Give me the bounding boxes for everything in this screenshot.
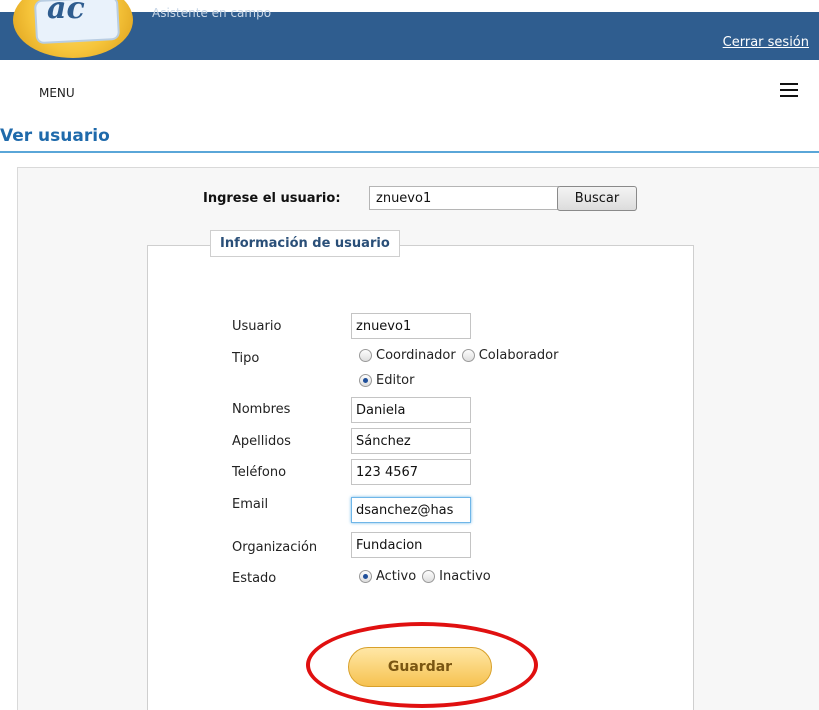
tipo-option-colaborador[interactable]: Colaborador xyxy=(461,348,559,363)
save-button[interactable]: Guardar xyxy=(348,647,492,687)
activo-label: Activo xyxy=(376,569,417,584)
telefono-label: Teléfono xyxy=(232,465,287,480)
radio-activo[interactable] xyxy=(359,570,372,583)
menu-label[interactable]: MENU xyxy=(39,86,75,100)
page-title: Ver usuario xyxy=(0,126,110,146)
usuario-label: Usuario xyxy=(232,319,282,334)
estado-radio-group: Activo Inactivo xyxy=(359,569,497,584)
tipo-option-editor[interactable]: Editor xyxy=(359,373,414,388)
organizacion-field[interactable] xyxy=(351,532,471,558)
tipo-radio-group: Coordinador Colaborador xyxy=(359,348,564,363)
telefono-field[interactable] xyxy=(351,459,471,485)
search-button[interactable]: Buscar xyxy=(557,186,637,211)
apellidos-label: Apellidos xyxy=(232,434,291,449)
coordinador-label: Coordinador xyxy=(376,348,456,363)
hamburger-menu-icon[interactable] xyxy=(780,83,798,97)
editor-label: Editor xyxy=(376,373,415,388)
search-label: Ingrese el usuario: xyxy=(203,191,341,206)
radio-editor[interactable] xyxy=(359,374,372,387)
tipo-label: Tipo xyxy=(232,351,260,366)
tipo-option-coordinador[interactable]: Coordinador xyxy=(359,348,456,363)
inactivo-label: Inactivo xyxy=(439,569,491,584)
apellidos-field[interactable] xyxy=(351,428,471,454)
logout-link[interactable]: Cerrar sesión xyxy=(723,35,809,50)
organizacion-label: Organización xyxy=(232,540,318,555)
estado-option-activo[interactable]: Activo xyxy=(359,569,416,584)
tipo-radio-group-row2: Editor xyxy=(359,373,420,388)
usuario-field[interactable] xyxy=(351,313,471,339)
app-logo: ac xyxy=(13,0,133,58)
radio-colaborador[interactable] xyxy=(461,349,475,362)
nombres-label: Nombres xyxy=(232,402,291,417)
title-divider xyxy=(0,151,819,153)
app-tagline: Asistente en campo xyxy=(152,6,272,20)
fieldset-legend: Información de usuario xyxy=(210,230,400,257)
colaborador-label: Colaborador xyxy=(478,348,559,363)
radio-coordinador[interactable] xyxy=(359,349,372,362)
email-label: Email xyxy=(232,497,269,512)
logo-text: ac xyxy=(47,0,85,26)
nombres-field[interactable] xyxy=(351,397,471,423)
radio-inactivo[interactable] xyxy=(422,570,436,583)
estado-option-inactivo[interactable]: Inactivo xyxy=(422,569,491,584)
user-search-input[interactable] xyxy=(369,186,559,210)
app-header: ac Asistente en campo Cerrar sesión xyxy=(0,0,819,60)
email-field[interactable] xyxy=(351,497,471,523)
estado-label: Estado xyxy=(232,571,277,586)
